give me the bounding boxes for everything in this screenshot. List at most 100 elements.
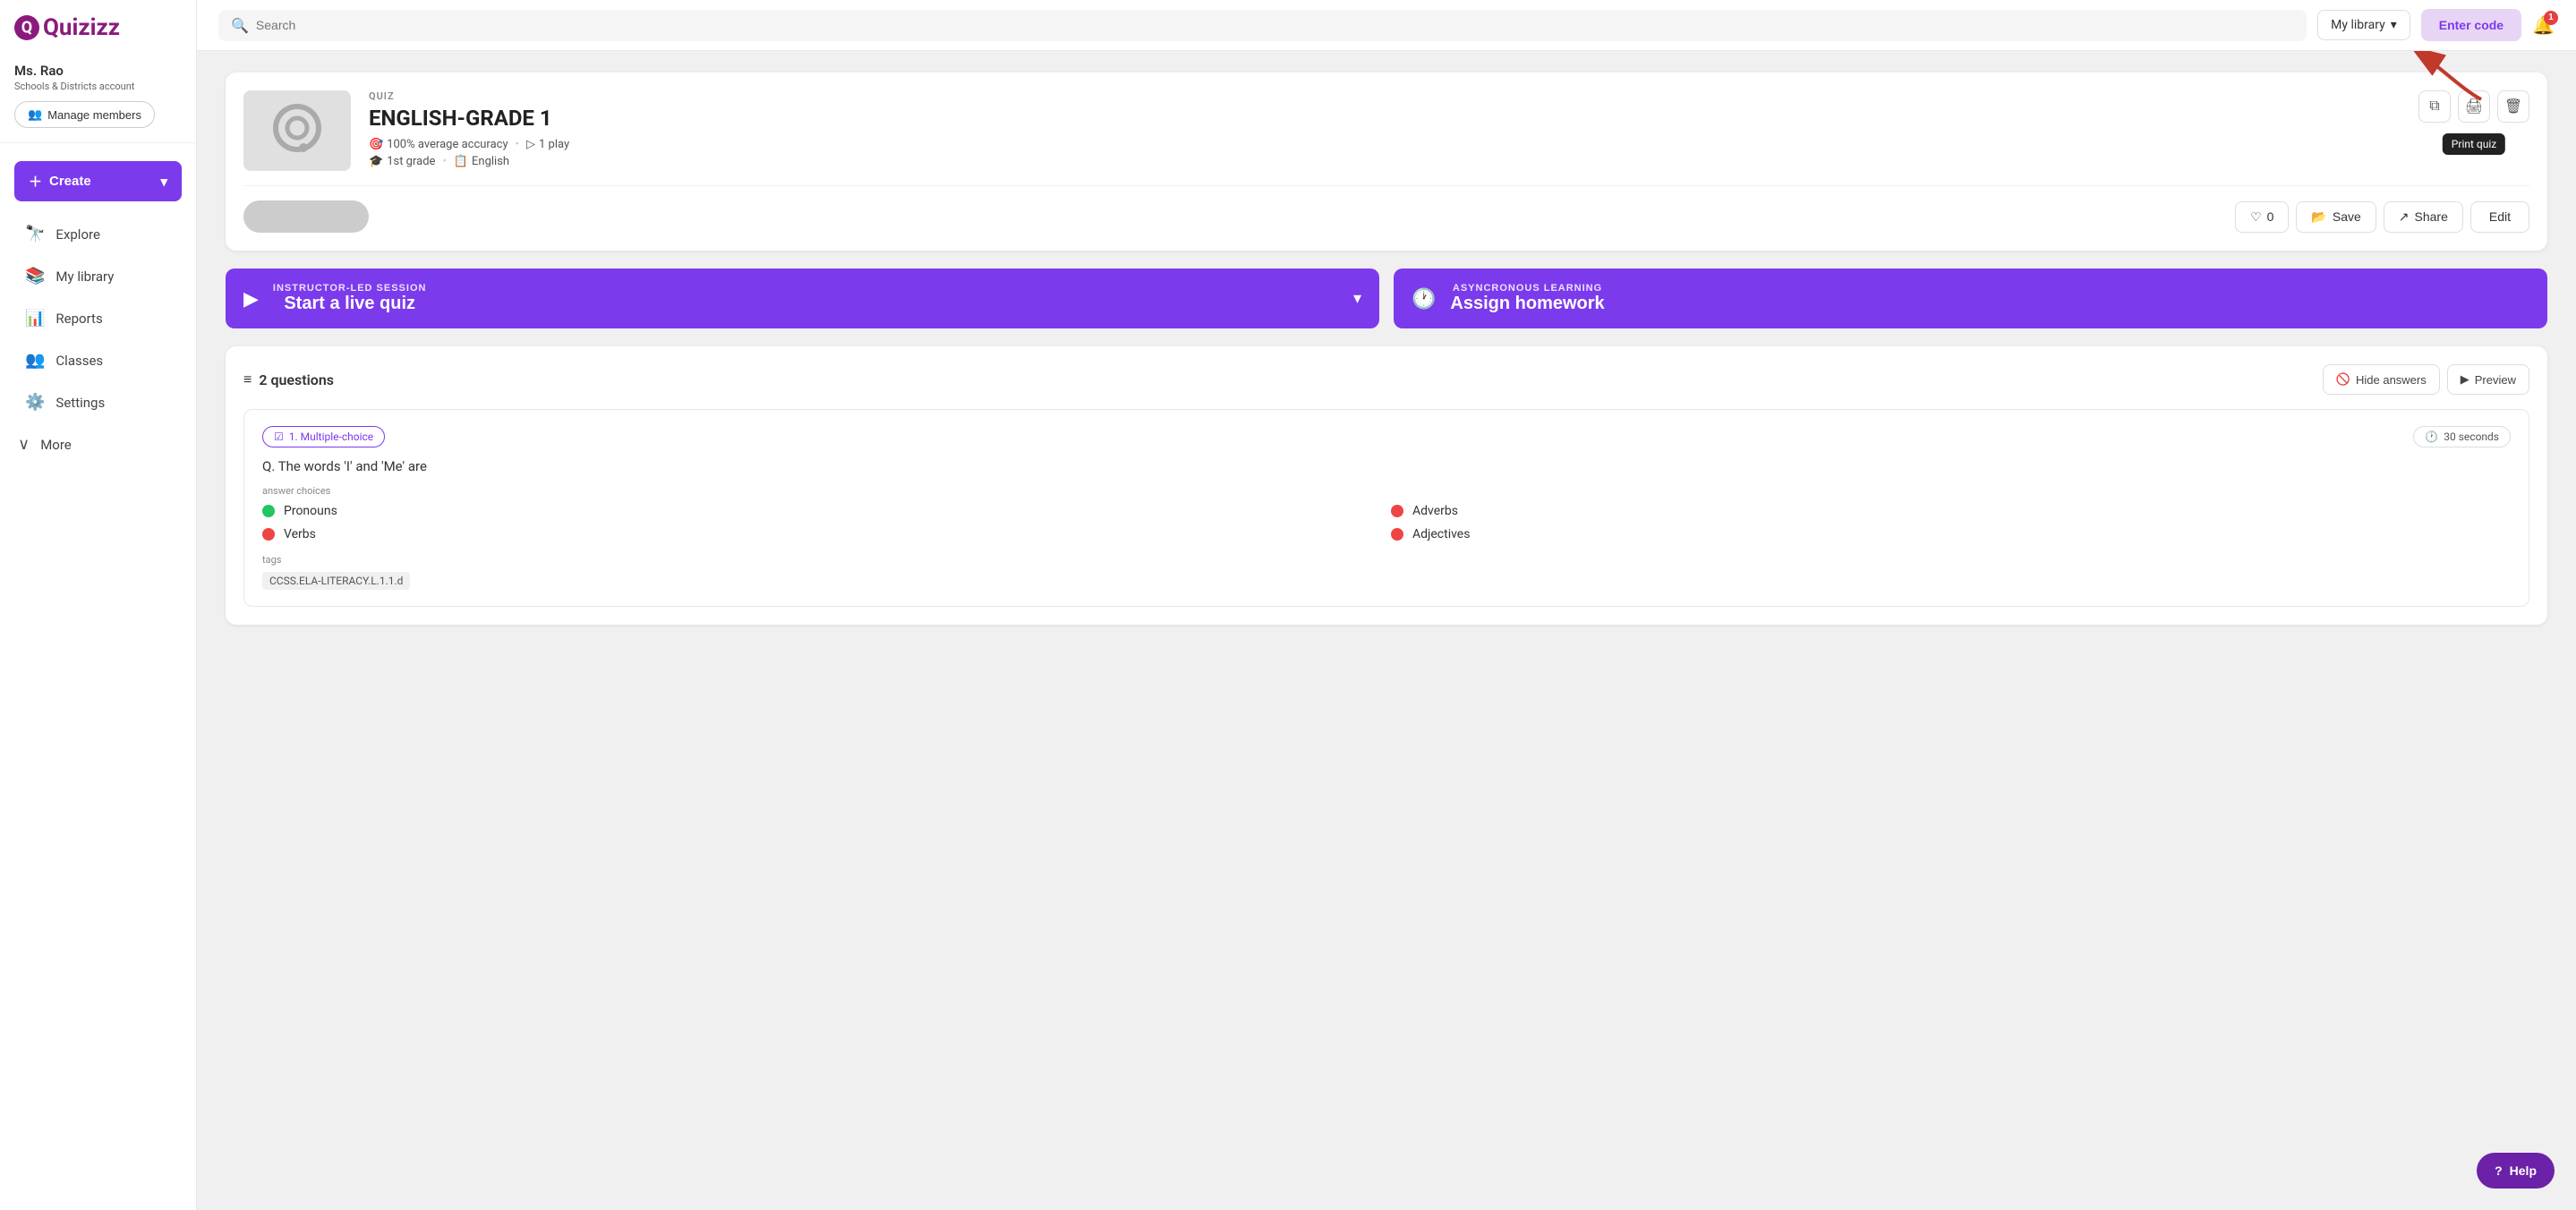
help-icon: ?: [2495, 1163, 2503, 1178]
homework-icon: 🕐: [1412, 287, 1436, 311]
logo-icon: [14, 15, 39, 40]
hw-label-small: ASYNCRONOUS LEARNING: [1450, 283, 1604, 294]
share-icon: ↗: [2399, 209, 2410, 225]
sidebar-item-reports[interactable]: 📊 Reports: [7, 298, 189, 338]
edit-button[interactable]: Edit: [2470, 201, 2529, 233]
sidebar-item-reports-label: Reports: [55, 311, 102, 327]
sidebar-item-settings[interactable]: ⚙️ Settings: [7, 382, 189, 422]
sidebar-item-classes[interactable]: 👥 Classes: [7, 340, 189, 380]
quiz-plays: 1 play: [539, 138, 569, 151]
sidebar-item-explore[interactable]: 🔭 Explore: [7, 214, 189, 254]
like-count: 0: [2267, 209, 2274, 224]
manage-members-button[interactable]: 👥 Manage members: [14, 101, 155, 128]
sidebar-item-library-label: My library: [55, 268, 114, 285]
answer-text-4: Adjectives: [1412, 527, 1470, 541]
plus-icon: ＋: [29, 172, 42, 191]
search-input[interactable]: [256, 18, 2294, 32]
quiz-info: QUIZ ENGLISH-GRADE 1 🎯 100% average accu…: [369, 90, 2401, 168]
language-icon: 📋: [454, 155, 468, 168]
tag-chip: CCSS.ELA-LITERACY.L.1.1.d: [262, 572, 410, 590]
answer-item-4: Adjectives: [1391, 527, 2511, 541]
grade-icon: 🎓: [369, 155, 383, 168]
print-tooltip: Print quiz: [2443, 133, 2505, 155]
help-label: Help: [2510, 1163, 2537, 1178]
settings-icon: ⚙️: [25, 393, 45, 412]
question-text: Q. The words 'I' and 'Me' are: [262, 458, 2511, 474]
heart-icon: ♡: [2250, 209, 2262, 225]
answer-text-2: Adverbs: [1412, 504, 1458, 518]
answer-item-3: Verbs: [262, 527, 1382, 541]
questions-title: ≡ 2 questions: [243, 371, 334, 388]
quiz-tag-button[interactable]: [243, 200, 369, 233]
notification-button[interactable]: 🔔 1: [2532, 14, 2555, 37]
quiz-grade: 1st grade: [387, 155, 435, 168]
play-icon: ▷: [526, 138, 535, 151]
quiz-type-label: QUIZ: [369, 90, 2401, 102]
delete-button[interactable]: 🗑: [2497, 90, 2529, 123]
questions-count: 2 questions: [259, 371, 334, 388]
quiz-card: QUIZ ENGLISH-GRADE 1 🎯 100% average accu…: [226, 72, 2547, 251]
create-label: Create: [49, 174, 91, 189]
library-icon: 📚: [25, 267, 45, 285]
logo-text: Quizizz: [43, 14, 120, 41]
quiz-top-actions: ⧉ 🖨 Print quiz: [2418, 90, 2529, 123]
user-account-type: Schools & Districts account: [14, 81, 182, 92]
quiz-meta: 🎯 100% average accuracy • ▷ 1 play: [369, 138, 2401, 151]
assign-homework-button[interactable]: 🕐 ASYNCRONOUS LEARNING Assign homework: [1394, 268, 2547, 328]
edit-label: Edit: [2489, 209, 2511, 224]
duplicate-button[interactable]: ⧉: [2418, 90, 2451, 123]
logo-container: Quizizz: [0, 14, 196, 55]
quiz-bottom-actions: ♡ 0 📂 Save ↗ Share Edit: [2235, 201, 2529, 233]
reports-icon: 📊: [25, 309, 45, 328]
header: 🔍 My library ▾ Enter code 🔔 1: [197, 0, 2576, 51]
page-content: QUIZ ENGLISH-GRADE 1 🎯 100% average accu…: [197, 51, 2576, 1210]
save-button[interactable]: 📂 Save: [2296, 201, 2376, 233]
sidebar-item-explore-label: Explore: [55, 226, 100, 243]
explore-icon: 🔭: [25, 225, 45, 243]
trash-icon: 🗑: [2504, 98, 2522, 115]
answer-dot-2: [1391, 505, 1403, 517]
preview-button[interactable]: ▶ Preview: [2447, 364, 2529, 395]
quiz-language: English: [472, 155, 509, 168]
answer-dot-3: [262, 528, 275, 541]
share-button[interactable]: ↗ Share: [2384, 201, 2463, 233]
enter-code-label: Enter code: [2439, 18, 2503, 32]
chevron-down-icon: ▾: [160, 174, 167, 190]
print-button[interactable]: 🖨: [2458, 90, 2490, 123]
hide-answers-button[interactable]: 🚫 Hide answers: [2323, 364, 2440, 395]
question-type-badge: ☑ 1. Multiple-choice: [262, 426, 385, 447]
live-label-large: Start a live quiz: [273, 294, 427, 314]
answer-item-1: Pronouns: [262, 504, 1382, 518]
question-header: ☑ 1. Multiple-choice 🕐 30 seconds: [262, 426, 2511, 447]
manage-members-label: Manage members: [47, 108, 141, 122]
tags-label: tags: [262, 554, 2511, 566]
sidebar-item-more-label: More: [40, 437, 72, 453]
like-button[interactable]: ♡ 0: [2235, 201, 2289, 233]
sidebar-item-my-library[interactable]: 📚 My library: [7, 256, 189, 296]
save-label: Save: [2333, 209, 2361, 224]
user-section: Ms. Rao Schools & Districts account 👥 Ma…: [0, 55, 196, 143]
sidebar: Quizizz Ms. Rao Schools & Districts acco…: [0, 0, 197, 1210]
main-content: 🔍 My library ▾ Enter code 🔔 1: [197, 0, 2576, 1210]
answers-grid: Pronouns Adverbs Verbs Adjectives: [262, 504, 2511, 541]
sidebar-nav: 🔭 Explore 📚 My library 📊 Reports 👥 Class…: [0, 212, 196, 464]
help-button[interactable]: ? Help: [2477, 1153, 2555, 1189]
quiz-thumbnail-icon: [266, 99, 328, 162]
chevron-down-icon-more: ∨: [18, 435, 30, 454]
chevron-down-icon-library: ▾: [2391, 18, 2397, 32]
hw-label-large: Assign homework: [1450, 294, 1604, 314]
user-name: Ms. Rao: [14, 63, 182, 79]
library-dropdown[interactable]: My library ▾: [2317, 10, 2410, 40]
live-quiz-icon: ▶: [243, 287, 259, 311]
sidebar-item-more[interactable]: ∨ More: [0, 424, 196, 464]
questions-section: ≡ 2 questions 🚫 Hide answers ▶ Preview: [226, 346, 2547, 625]
start-live-quiz-button[interactable]: ▶ INSTRUCTOR-LED SESSION Start a live qu…: [226, 268, 1379, 328]
question-number-type: 1. Multiple-choice: [289, 430, 373, 443]
quiz-title: ENGLISH-GRADE 1: [369, 106, 2401, 131]
answer-dot-1: [262, 505, 275, 517]
sidebar-item-settings-label: Settings: [55, 395, 105, 411]
answer-choices-label: answer choices: [262, 485, 2511, 497]
create-button[interactable]: ＋ Create ▾: [14, 161, 182, 201]
enter-code-button[interactable]: Enter code: [2421, 9, 2521, 41]
questions-controls: 🚫 Hide answers ▶ Preview: [2323, 364, 2529, 395]
